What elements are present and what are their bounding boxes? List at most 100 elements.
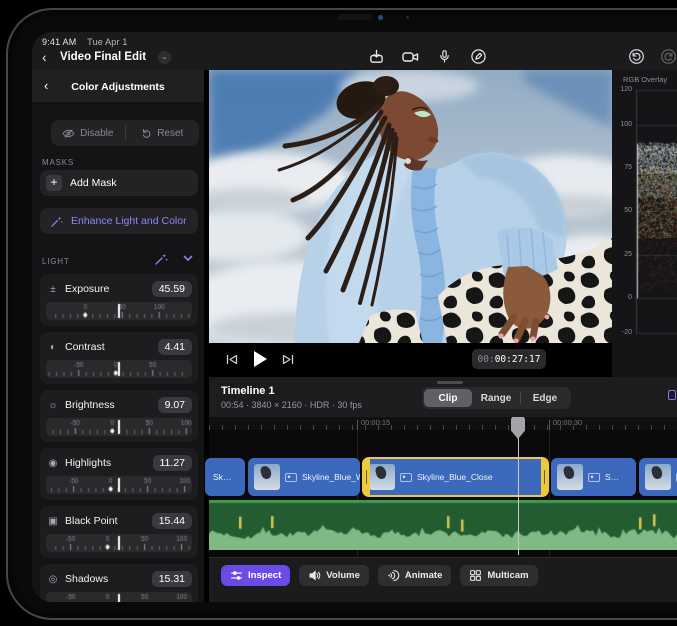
status-time: 9:41 AM: [42, 37, 76, 47]
slider-value[interactable]: 45.59: [152, 281, 192, 297]
clip-Skyline_Blue_Wide[interactable]: Skyline_Blue_Wide: [248, 458, 360, 496]
screen: 9:41 AM Tue Apr 1 ‹ Video Final Edit ⌄: [32, 32, 677, 602]
disable-button[interactable]: Disable: [51, 120, 125, 146]
front-camera-dot: [378, 15, 383, 20]
pencil-icon[interactable]: [468, 46, 488, 66]
trim-handle-left[interactable]: [363, 458, 370, 496]
slider-value[interactable]: 9.07: [158, 397, 192, 413]
collapse-chevron-icon[interactable]: [182, 252, 194, 264]
timeline-meta: 00:54 · 3840 × 2160 · HDR · 30 fps: [221, 400, 362, 410]
timeline-more-icon[interactable]: [668, 390, 676, 400]
trim-handle-right[interactable]: [541, 458, 548, 496]
photo-icon: [588, 473, 600, 482]
masks-heading: MASKS: [42, 158, 74, 167]
drag-handle[interactable]: [437, 381, 463, 384]
panel-title: Color Adjustments: [32, 81, 204, 93]
disable-label: Disable: [80, 128, 113, 139]
mode-range[interactable]: Range: [472, 389, 520, 407]
slider-tape[interactable]: [46, 534, 192, 552]
next-frame-button[interactable]: [281, 353, 295, 366]
add-mask-button[interactable]: + Add Mask: [40, 170, 198, 196]
inspect-icon: [230, 569, 243, 582]
slider-tape[interactable]: [46, 592, 192, 602]
slider-label: Highlights: [65, 457, 153, 469]
transport-bar: 00:00:27:17: [209, 343, 612, 377]
scope-tick-label: 25: [614, 251, 632, 258]
timecode-value: 00:27:17: [495, 354, 541, 365]
redo-icon[interactable]: [658, 46, 677, 66]
light-section-header: LIGHT: [32, 252, 204, 270]
slider-label: Black Point: [65, 515, 152, 527]
sensor-dot: [406, 16, 409, 19]
back-chevron-icon[interactable]: ‹: [42, 48, 47, 66]
slider-tape[interactable]: [46, 476, 192, 494]
slider-exposure[interactable]: ±Exposure45.59: [40, 274, 198, 326]
clip-S…[interactable]: S…: [551, 458, 636, 496]
export-icon[interactable]: [366, 46, 386, 66]
magic-wand-icon: [50, 215, 63, 228]
inspect-button[interactable]: Inspect: [221, 565, 290, 586]
scope-tick-label: 50: [614, 207, 632, 214]
status-bar: 9:41 AM Tue Apr 1: [42, 37, 128, 47]
video-viewer[interactable]: [209, 70, 612, 343]
status-date: Tue Apr 1: [87, 37, 128, 47]
audio-waveform-canvas[interactable]: [209, 500, 677, 550]
slider-contrast[interactable]: ◐Contrast4.41: [40, 332, 198, 384]
slider-tape[interactable]: [46, 302, 192, 320]
camera-icon[interactable]: [400, 46, 420, 66]
auto-enhance-icon[interactable]: [154, 252, 168, 266]
video-track: Sk…Skyline_Blue_WideSkyline_Blue_CloseS…: [209, 458, 677, 496]
clip-Skyline_Blue_Close[interactable]: Skyline_Blue_Close: [363, 458, 548, 496]
mic-icon[interactable]: [434, 46, 454, 66]
action-label: Inspect: [248, 570, 281, 581]
slider-value[interactable]: 4.41: [158, 339, 192, 355]
slider-value[interactable]: 11.27: [153, 455, 193, 471]
animate-button[interactable]: Animate: [378, 565, 451, 586]
slider-highlights[interactable]: ◉Highlights11.27: [40, 448, 198, 500]
undo-icon[interactable]: [626, 46, 646, 66]
ruler-major-tick: [549, 420, 550, 430]
timeline-ruler[interactable]: 00:00:15 00:00:30: [209, 417, 677, 430]
volume-button[interactable]: Volume: [299, 565, 369, 586]
action-label: Volume: [326, 570, 360, 581]
mode-edge[interactable]: Edge: [521, 389, 569, 407]
volume-icon: [308, 569, 321, 582]
slider-shadows[interactable]: ◎Shadows15.31: [40, 564, 198, 602]
clip-thumbnail: [254, 464, 280, 490]
timecode: 00:00:27:17: [472, 349, 546, 369]
slider-value[interactable]: 15.31: [152, 571, 192, 587]
clip-thumbnail: [369, 464, 395, 490]
slider-tape[interactable]: [46, 360, 192, 378]
enhance-label: Enhance Light and Color: [71, 215, 187, 227]
timeline-panel: Timeline 1 00:54 · 3840 × 2160 · HDR · 3…: [209, 377, 677, 602]
ruler-label: 00:00:15: [361, 418, 390, 427]
project-title[interactable]: Video Final Edit: [60, 51, 146, 63]
slider-brightness[interactable]: ☼Brightness9.07: [40, 390, 198, 442]
scope-tick-label: 120: [614, 86, 632, 93]
chevron-down-icon[interactable]: ⌄: [158, 51, 171, 64]
multicam-button[interactable]: Multicam: [460, 565, 537, 586]
top-chrome: 9:41 AM Tue Apr 1 ‹ Video Final Edit ⌄: [32, 32, 677, 70]
clip-partial[interactable]: [639, 458, 677, 496]
reset-button[interactable]: Reset: [126, 120, 200, 146]
clip-Sk…[interactable]: Sk…: [205, 458, 245, 496]
video-frame: [209, 70, 612, 343]
scope-tick-label: 75: [614, 164, 632, 171]
blackpoint-icon: ▣: [46, 516, 60, 527]
edit-mode-segmented: ClipRangeEdge: [422, 387, 571, 409]
color-adjustments-panel: ‹ Color Adjustments Disable Reset MASKS: [32, 70, 204, 602]
enhance-light-color-button[interactable]: Enhance Light and Color: [40, 208, 198, 234]
history-toolbar: [626, 46, 677, 66]
slider-black-point[interactable]: ▣ Black Point15.44: [40, 506, 198, 558]
previous-frame-button[interactable]: [225, 353, 239, 366]
add-mask-label: Add Mask: [70, 177, 117, 189]
slider-value[interactable]: 15.44: [152, 513, 192, 529]
slider-tape[interactable]: [46, 418, 192, 436]
play-button[interactable]: [251, 349, 269, 369]
action-label: Multicam: [487, 570, 528, 581]
ruler-major-tick: [357, 420, 358, 430]
clip-thumbnail: [557, 464, 583, 490]
mode-clip[interactable]: Clip: [424, 389, 472, 407]
ipad-device: 9:41 AM Tue Apr 1 ‹ Video Final Edit ⌄: [6, 8, 677, 620]
photo-icon: [285, 473, 297, 482]
